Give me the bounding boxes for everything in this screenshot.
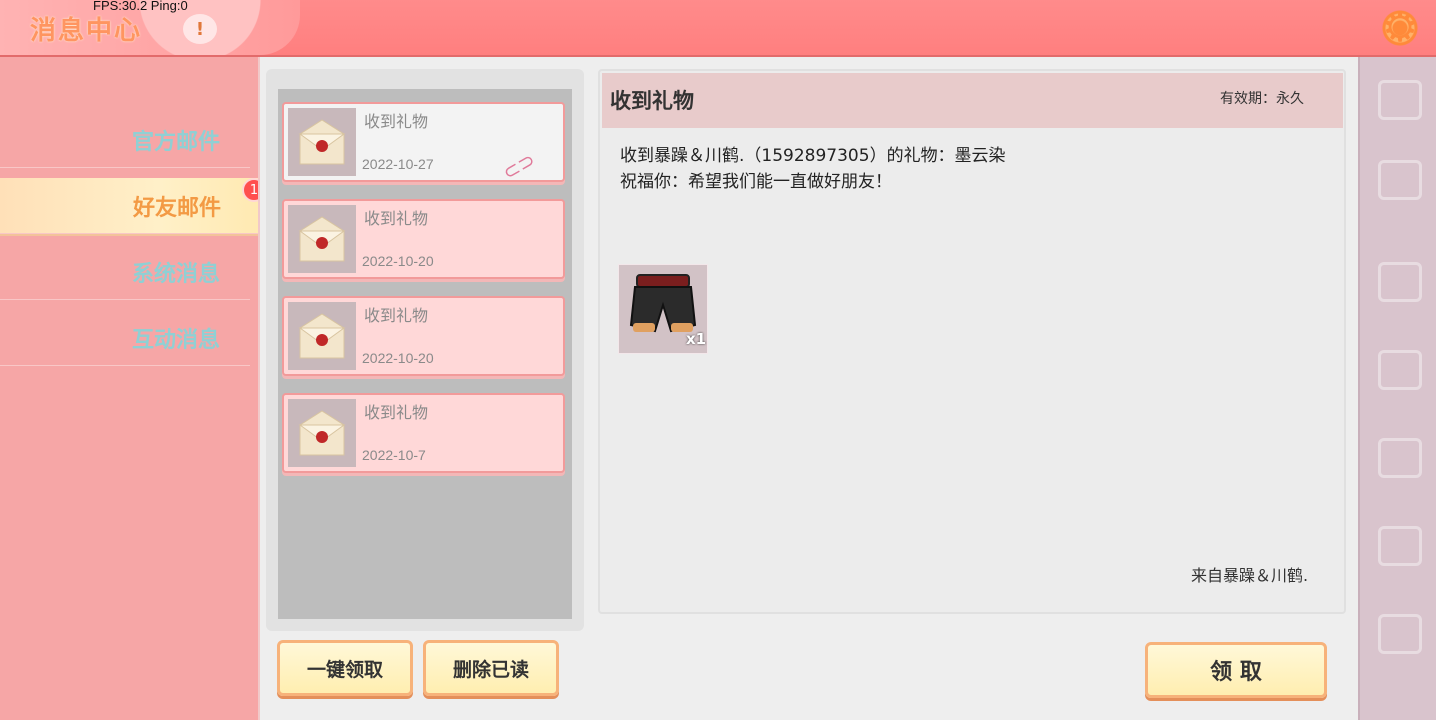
- tab-label: 互动消息: [131, 327, 220, 353]
- mail-list-item[interactable]: 收到礼物 2022-10-20: [282, 199, 565, 279]
- mail-date: 2022-10-7: [362, 447, 426, 463]
- tab-interaction-messages[interactable]: 互动消息: [0, 310, 250, 366]
- tab-label: 好友邮件: [132, 195, 221, 221]
- mail-list-item[interactable]: 收到礼物 2022-10-27 ⊂⊃: [282, 102, 565, 185]
- validity-label: 有效期：永久: [1220, 91, 1304, 107]
- fps-readout: FPS:30.2 Ping:0: [93, 0, 188, 13]
- tab-label: 官方邮件: [131, 129, 220, 155]
- claim-button[interactable]: 领 取: [1145, 642, 1327, 698]
- mail-body-line: 祝福你：希望我们能一直做好朋友！: [620, 172, 892, 192]
- gear-icon[interactable]: ⚙: [1380, 8, 1420, 48]
- mail-date: 2022-10-20: [362, 350, 434, 366]
- mail-list-item[interactable]: 收到礼物 2022-10-20: [282, 296, 565, 376]
- attachment-icon: ⊂⊃: [498, 147, 540, 185]
- mail-date: 2022-10-27: [362, 156, 434, 172]
- decor-icon: [1378, 80, 1422, 120]
- claim-all-button[interactable]: 一键领取: [277, 640, 413, 696]
- tab-system-messages[interactable]: 系统消息: [0, 244, 250, 300]
- detail-title: 收到礼物: [610, 89, 694, 113]
- sender-signature: 来自暴躁＆川鹤.: [1191, 566, 1309, 585]
- decor-icon: [1378, 438, 1422, 478]
- decor-icon: [1378, 160, 1422, 200]
- tab-official-mail[interactable]: 官方邮件: [0, 112, 250, 168]
- mail-title: 收到礼物: [364, 306, 429, 325]
- top-bar: 消息中心 FPS:30.2 Ping:0 ! ⚙: [0, 0, 1436, 57]
- decor-icon: [1378, 526, 1422, 566]
- delete-read-button[interactable]: 删除已读: [423, 640, 559, 696]
- tab-friend-mail[interactable]: 好友邮件: [0, 178, 266, 234]
- mail-body: 收到暴躁＆川鹤.（1592897305）的礼物：墨云染 祝福你：希望我们能一直做…: [620, 143, 1006, 195]
- mail-list-item[interactable]: 收到礼物 2022-10-7: [282, 393, 565, 473]
- gift-count: x1: [686, 330, 707, 348]
- mail-date: 2022-10-20: [362, 253, 434, 269]
- mail-body-line: 收到暴躁＆川鹤.（1592897305）的礼物：墨云染: [620, 146, 1006, 166]
- tab-label: 系统消息: [131, 261, 220, 287]
- envelope-icon: [288, 399, 356, 467]
- mail-title: 收到礼物: [364, 112, 429, 131]
- decor-icon: [1378, 262, 1422, 302]
- envelope-icon: [288, 302, 356, 370]
- envelope-icon: [288, 205, 356, 273]
- mail-title: 收到礼物: [364, 403, 429, 422]
- decor-icon: [1378, 350, 1422, 390]
- page-title: 消息中心: [30, 16, 143, 46]
- envelope-icon: [288, 108, 356, 176]
- alert-icon[interactable]: !: [183, 14, 217, 44]
- decor-icon: [1378, 614, 1422, 654]
- mail-title: 收到礼物: [364, 209, 429, 228]
